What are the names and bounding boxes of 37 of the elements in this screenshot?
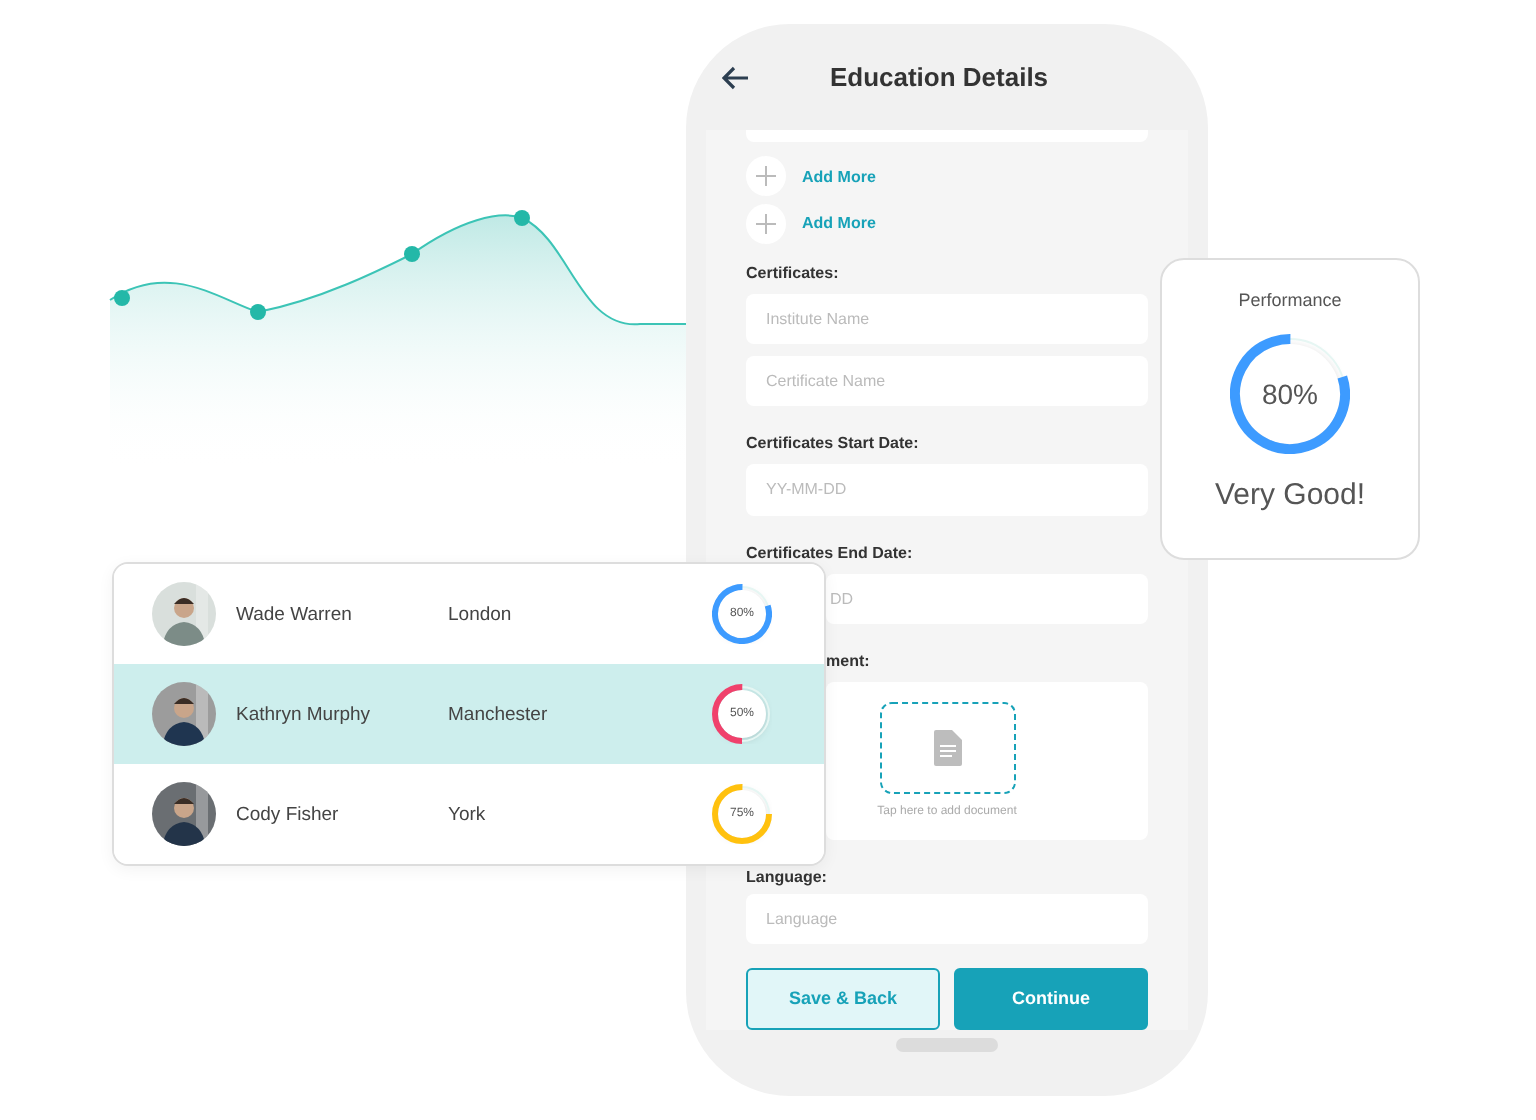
field-label: Certificates: [746,263,839,282]
field-label: Language: [746,867,827,886]
person-city: York [448,803,488,825]
progress-ring [1230,334,1350,454]
input-field[interactable]: DD [826,573,1148,624]
progress-ring [712,684,772,744]
field-label: ment: [826,651,870,670]
screen-title: Education Details [827,62,1051,92]
card-title: Performance [1238,290,1342,310]
person-city: Manchester [448,703,550,725]
input-field[interactable]: Institute Name [746,293,1148,344]
save-button[interactable]: Save & Back [746,967,940,1030]
person-name: Cody Fisher [236,803,341,825]
percent-label: 80% [1261,378,1319,410]
continue-button[interactable]: Continue [954,967,1148,1030]
person-name: Kathryn Murphy [236,703,373,725]
input-field[interactable]: Language [746,893,1148,944]
input-field[interactable]: YY-MM-DD [746,464,1148,516]
progress-ring [712,584,772,644]
input-field[interactable]: Certificate Name [746,355,1148,407]
field-label: Certificates End Date: [746,543,913,562]
field-label: Certificates Start Date: [746,434,919,453]
data-point [114,290,130,306]
plus-icon[interactable] [746,203,786,244]
rating-text: Very Good! [1214,478,1366,512]
progress-ring [712,784,772,844]
back-arrow-icon[interactable] [722,65,750,89]
person-city: London [448,603,514,625]
data-point [514,210,530,226]
person-name: Wade Warren [236,603,354,625]
document-icon [933,730,961,767]
drop-zone[interactable] [879,702,1015,795]
plus-icon[interactable] [746,156,786,197]
add-more-link[interactable]: Add More [802,167,876,186]
data-point [404,246,420,262]
add-more-link[interactable]: Add More [802,214,876,233]
data-point [250,304,266,320]
